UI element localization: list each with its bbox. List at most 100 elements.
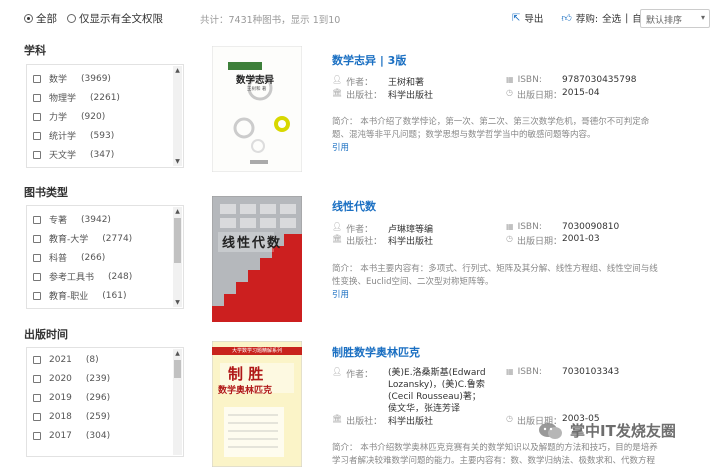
book-title-link[interactable]: 制胜数学奥林匹克 bbox=[332, 344, 420, 360]
checkbox[interactable] bbox=[33, 253, 41, 262]
facet-label: 力学 bbox=[49, 113, 68, 123]
facet-label: 2017 bbox=[49, 431, 72, 441]
facet-count: (239) bbox=[85, 374, 111, 384]
scroll-down-icon[interactable]: ▼ bbox=[173, 298, 182, 307]
radio-fulltext-label: 仅显示有全文权限 bbox=[79, 13, 163, 25]
checkbox[interactable] bbox=[33, 394, 41, 402]
checkbox[interactable] bbox=[33, 131, 41, 140]
book-cover[interactable]: 线性代数 bbox=[212, 196, 302, 322]
facet-item[interactable]: 数学 (3969) bbox=[33, 72, 111, 85]
checkbox[interactable] bbox=[33, 413, 41, 421]
book-isbn: ▦ ISBN: 9787030435798 bbox=[506, 75, 636, 85]
facet-item[interactable]: 科普 (266) bbox=[33, 251, 105, 264]
facet-item[interactable]: 2020 (239) bbox=[33, 374, 110, 384]
facet-item[interactable]: 2018 (259) bbox=[33, 412, 110, 422]
scrollbar[interactable]: ▲ ▼ bbox=[173, 66, 182, 166]
author-value[interactable]: 王树和著 bbox=[388, 75, 424, 88]
facet-item[interactable]: 统计学 (593) bbox=[33, 129, 114, 142]
isbn-value: 7030103343 bbox=[562, 367, 620, 377]
checkbox[interactable] bbox=[33, 272, 41, 281]
facet-list-subject[interactable]: 数学 (3969) 物理学 (2261) 力学 (920) 统计学 (593) 天文学 (… bbox=[26, 64, 184, 168]
barcode-icon: ▦ bbox=[506, 222, 514, 231]
facet-count: (296) bbox=[85, 393, 111, 403]
facet-item[interactable]: 物理学 (2261) bbox=[33, 91, 120, 104]
facet-label: 数学 bbox=[49, 75, 68, 85]
facet-label: 物理学 bbox=[49, 94, 77, 104]
book-summary: 简介： 本书介绍数学奥林匹克竞赛有关的数学知识以及解题的方法和技巧，目的是培养学… bbox=[332, 443, 658, 466]
facet-count: (3942) bbox=[81, 214, 111, 225]
book-title-link[interactable]: 数学志异 | 3版 bbox=[332, 52, 406, 68]
cite-link[interactable]: 引用 bbox=[332, 288, 349, 300]
chevron-down-icon: ▾ bbox=[700, 13, 705, 22]
facet-count: (161) bbox=[102, 290, 127, 301]
facet-list-year[interactable]: 2021 (8) 2020 (239) 2019 (296) 2018 (259) 20… bbox=[26, 347, 184, 457]
scroll-down-icon[interactable]: ▼ bbox=[173, 157, 182, 166]
checkbox[interactable] bbox=[33, 74, 41, 83]
sort-select[interactable]: 默认排序 ▾ bbox=[640, 9, 710, 28]
facet-item[interactable]: 2021 (8) bbox=[33, 355, 99, 365]
scroll-up-icon[interactable]: ▲ bbox=[173, 66, 182, 75]
scroll-up-icon[interactable]: ▲ bbox=[173, 207, 182, 216]
pubdate-value: 2015-04 bbox=[562, 88, 600, 98]
facet-list-type[interactable]: 专著 (3942) 教育-大学 (2774) 科普 (266) 参考工具书 (248) … bbox=[26, 205, 184, 309]
publisher-value[interactable]: 科学出版社 bbox=[388, 414, 433, 427]
book-cover[interactable]: 大学数学习题精解系列 制 胜 数学奥林匹克 bbox=[212, 341, 302, 467]
radio-dot bbox=[67, 14, 76, 23]
checkbox[interactable] bbox=[33, 375, 41, 383]
checkbox[interactable] bbox=[33, 432, 41, 440]
cover-author: 王树和 著 bbox=[247, 87, 267, 92]
author-value[interactable]: (美)E.洛桑斯基(Edward Lozansky)，(美)C.鲁索(Cecil… bbox=[388, 367, 488, 415]
pubdate-label: 出版日期： bbox=[516, 237, 562, 247]
facet-label: 2020 bbox=[49, 374, 72, 384]
book-author: 👤︎ 作者： 王树和著 bbox=[332, 75, 424, 88]
checkbox[interactable] bbox=[33, 215, 41, 224]
scrollbar[interactable]: ▲ ▼ bbox=[173, 207, 182, 307]
sort-selected-value: 默认排序 bbox=[646, 16, 683, 26]
facet-item[interactable]: 2017 (304) bbox=[33, 431, 110, 441]
facet-item[interactable]: 教育-大学 (2774) bbox=[33, 232, 132, 245]
isbn-value: 9787030435798 bbox=[562, 75, 637, 85]
scrollbar-thumb[interactable] bbox=[174, 360, 181, 378]
building-icon: 🏛︎ bbox=[332, 234, 343, 243]
select-all-link[interactable]: 全选 bbox=[602, 11, 621, 25]
cite-link[interactable]: 引用 bbox=[332, 141, 349, 153]
scrollbar-thumb[interactable] bbox=[174, 218, 181, 263]
isbn-label: ISBN: bbox=[517, 75, 542, 85]
clock-icon: ◷ bbox=[506, 414, 513, 423]
cover-subtitle: 数学奥林匹克 bbox=[218, 386, 273, 396]
checkbox[interactable] bbox=[33, 234, 41, 243]
checkbox[interactable] bbox=[33, 356, 41, 364]
radio-fulltext-only[interactable]: 仅显示有全文权限 bbox=[67, 11, 163, 26]
book-title-link[interactable]: 线性代数 bbox=[332, 198, 376, 214]
user-icon: 👤︎ bbox=[332, 75, 343, 84]
facet-item[interactable]: 力学 (920) bbox=[33, 110, 105, 123]
facet-label: 2019 bbox=[49, 393, 72, 403]
book-isbn: ▦ ISBN: 7030103343 bbox=[506, 367, 619, 377]
recommend-label: 荐购: bbox=[575, 14, 599, 25]
export-icon[interactable]: ⇱ bbox=[512, 13, 520, 24]
facet-item[interactable]: 参考工具书 (248) bbox=[33, 270, 132, 283]
facet-item[interactable]: 天文学 (347) bbox=[33, 148, 114, 161]
facet-count: (920) bbox=[81, 111, 106, 122]
export-link[interactable]: 导出 bbox=[524, 11, 543, 25]
cover-series: 大学数学习题精解系列 bbox=[231, 348, 282, 354]
facet-title-subject: 学科 bbox=[24, 44, 46, 57]
publisher-value[interactable]: 科学出版社 bbox=[388, 88, 433, 101]
facet-item[interactable]: 专著 (3942) bbox=[33, 213, 111, 226]
checkbox[interactable] bbox=[33, 93, 41, 102]
facet-item[interactable]: 2019 (296) bbox=[33, 393, 110, 403]
checkbox[interactable] bbox=[33, 112, 41, 121]
publisher-value[interactable]: 科学出版社 bbox=[388, 234, 433, 247]
scrollbar[interactable]: ▲ bbox=[173, 349, 182, 455]
checkbox[interactable] bbox=[33, 291, 41, 300]
radio-all[interactable]: 全部 bbox=[24, 11, 57, 26]
facet-count: (266) bbox=[81, 252, 106, 263]
book-isbn: ▦ ISBN: 7030090810 bbox=[506, 222, 619, 232]
facet-label: 科普 bbox=[49, 254, 68, 264]
checkbox[interactable] bbox=[33, 150, 41, 159]
building-icon: 🏛︎ bbox=[332, 414, 343, 423]
facet-item[interactable]: 教育-职业 (161) bbox=[33, 289, 126, 302]
book-cover[interactable]: 数学志异 王树和 著 bbox=[212, 46, 302, 172]
facet-label: 教育-大学 bbox=[49, 235, 89, 245]
scroll-up-icon[interactable]: ▲ bbox=[173, 349, 182, 358]
